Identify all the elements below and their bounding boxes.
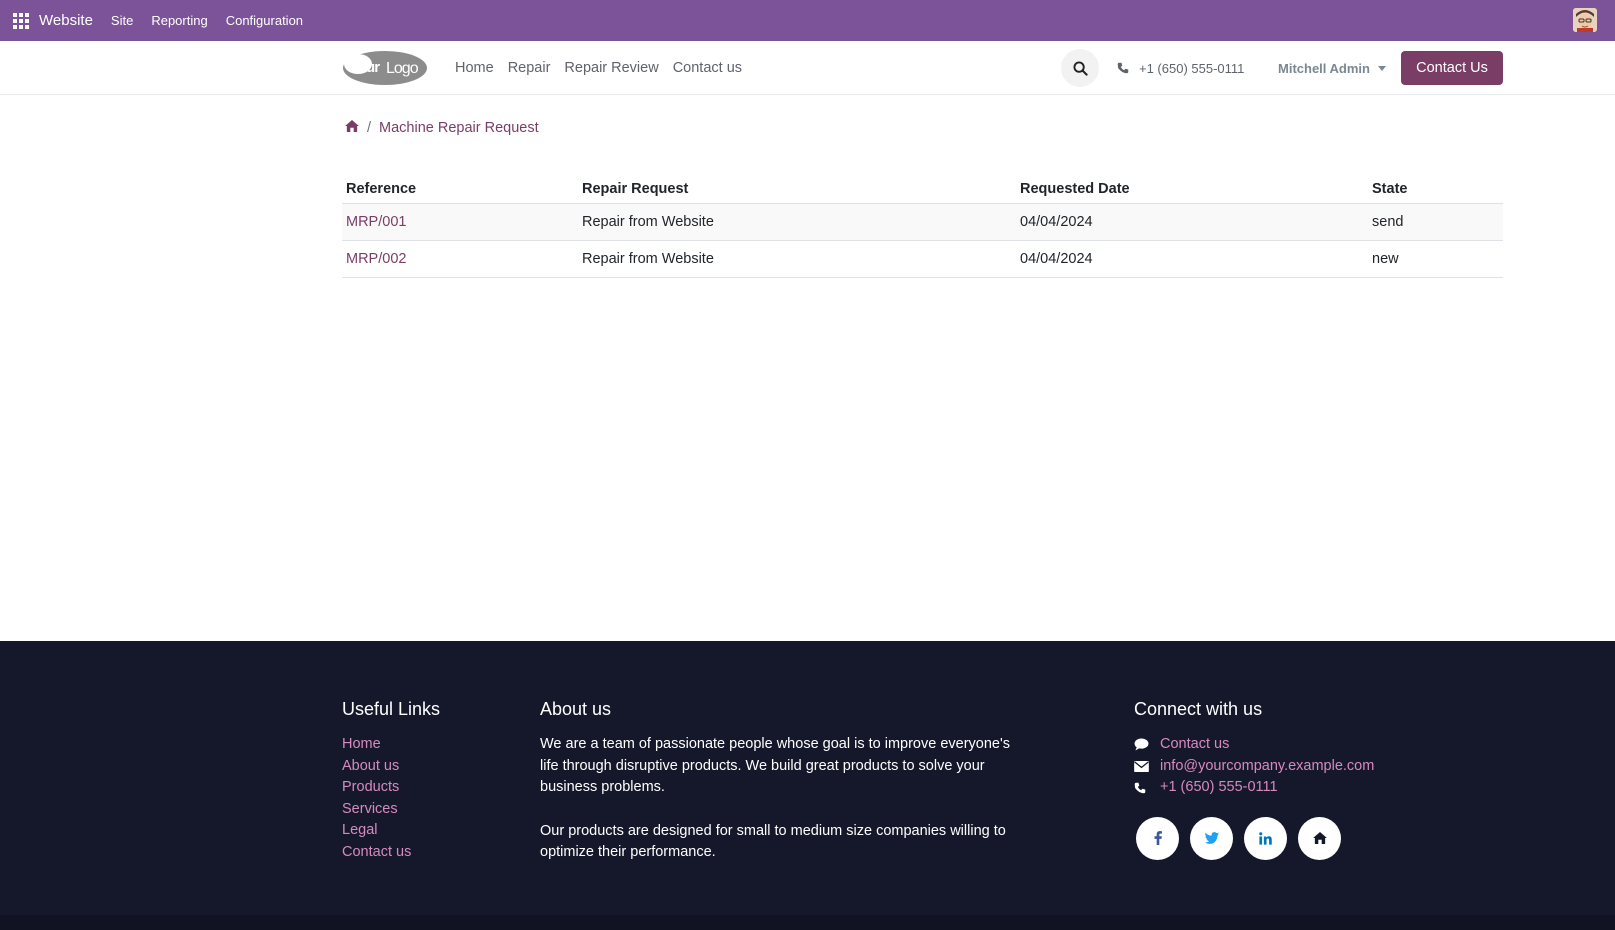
apps-grid-icon[interactable] <box>13 12 29 29</box>
website-header: Your Logo Home Repair Repair Review Cont… <box>0 41 1615 95</box>
repair-request-cell: Repair from Website <box>578 240 1016 278</box>
home-icon[interactable] <box>345 120 359 136</box>
table-row: MRP/002 Repair from Website 04/04/2024 n… <box>342 240 1503 278</box>
facebook-icon[interactable] <box>1136 816 1179 860</box>
column-repair-request: Repair Request <box>578 175 1016 204</box>
menu-reporting[interactable]: Reporting <box>151 13 207 28</box>
user-avatar[interactable] <box>1573 8 1597 32</box>
column-state: State <box>1368 175 1503 204</box>
breadcrumb-current[interactable]: Machine Repair Request <box>379 120 539 136</box>
nav-repair-review[interactable]: Repair Review <box>564 60 658 76</box>
column-requested-date: Requested Date <box>1016 175 1368 204</box>
state-cell: send <box>1368 203 1503 241</box>
comment-icon <box>1134 738 1150 751</box>
connect-phone-link[interactable]: +1 (650) 555-0111 <box>1160 777 1278 799</box>
copyright-bar <box>0 915 1615 930</box>
footer-link-home[interactable]: Home <box>342 734 512 756</box>
header-phone-number: +1 (650) 555-0111 <box>1139 60 1245 76</box>
about-paragraph-2: Our products are designed for small to m… <box>540 822 1006 861</box>
connect-email: info@yourcompany.example.com <box>1134 756 1434 778</box>
company-logo[interactable]: Your Logo <box>342 50 428 86</box>
search-icon <box>1072 60 1088 76</box>
connect-contact-link[interactable]: Contact us <box>1160 734 1229 756</box>
useful-links-section: Useful Links Home About us Products Serv… <box>342 699 512 863</box>
nav-home[interactable]: Home <box>455 60 494 76</box>
footer-link-products[interactable]: Products <box>342 777 512 799</box>
repair-request-cell: Repair from Website <box>578 203 1016 241</box>
table-header-row: Reference Repair Request Requested Date … <box>342 175 1503 204</box>
menu-configuration[interactable]: Configuration <box>226 13 303 28</box>
about-us-section: About us We are a team of passionate peo… <box>540 699 1015 886</box>
connect-phone: +1 (650) 555-0111 <box>1134 777 1434 799</box>
column-reference: Reference <box>342 175 578 204</box>
nav-contact-us[interactable]: Contact us <box>673 60 742 76</box>
social-links <box>1134 816 1434 860</box>
caret-down-icon <box>1377 65 1386 71</box>
user-name: Mitchell Admin <box>1278 60 1370 76</box>
state-cell: new <box>1368 240 1503 278</box>
reference-link[interactable]: MRP/002 <box>346 251 406 267</box>
connect-section: Connect with us Contact us info@yourcomp… <box>1134 699 1434 860</box>
user-dropdown[interactable]: Mitchell Admin <box>1278 41 1386 95</box>
footer-link-legal[interactable]: Legal <box>342 820 512 842</box>
reference-link[interactable]: MRP/001 <box>346 214 406 230</box>
site-footer: Useful Links Home About us Products Serv… <box>0 641 1615 930</box>
logo-text-logo: Logo <box>386 60 419 77</box>
connect-contact: Contact us <box>1134 734 1434 756</box>
phone-icon <box>1117 62 1129 74</box>
home-icon[interactable] <box>1298 816 1341 860</box>
breadcrumb-separator: / <box>367 120 372 136</box>
repair-requests-table: Reference Repair Request Requested Date … <box>342 175 1503 278</box>
search-button[interactable] <box>1061 49 1099 87</box>
envelope-icon <box>1134 760 1150 772</box>
requested-date-cell: 04/04/2024 <box>1016 203 1368 241</box>
connect-title: Connect with us <box>1134 699 1263 719</box>
about-paragraph-1: We are a team of passionate people whose… <box>540 736 1010 795</box>
connect-email-link[interactable]: info@yourcompany.example.com <box>1160 756 1374 778</box>
nav-repair[interactable]: Repair <box>508 60 551 76</box>
main-nav: Home Repair Repair Review Contact us <box>455 41 756 95</box>
footer-link-about-us[interactable]: About us <box>342 756 512 778</box>
header-phone[interactable]: +1 (650) 555-0111 <box>1117 41 1244 95</box>
useful-links-title: Useful Links <box>342 699 441 719</box>
footer-link-services[interactable]: Services <box>342 799 512 821</box>
contact-us-button[interactable]: Contact Us <box>1401 51 1503 85</box>
requested-date-cell: 04/04/2024 <box>1016 240 1368 278</box>
about-us-title: About us <box>540 699 612 719</box>
odoo-topbar: Website Site Reporting Configuration <box>0 0 1615 41</box>
twitter-icon[interactable] <box>1190 816 1233 860</box>
app-name[interactable]: Website <box>39 12 93 29</box>
menu-site[interactable]: Site <box>111 13 133 28</box>
breadcrumb: / Machine Repair Request <box>345 120 539 136</box>
table-row: MRP/001 Repair from Website 04/04/2024 s… <box>342 203 1503 241</box>
footer-link-contact-us[interactable]: Contact us <box>342 842 512 864</box>
logo-text-your: Your <box>350 59 380 76</box>
phone-icon <box>1134 782 1150 794</box>
linkedin-icon[interactable] <box>1244 816 1287 860</box>
